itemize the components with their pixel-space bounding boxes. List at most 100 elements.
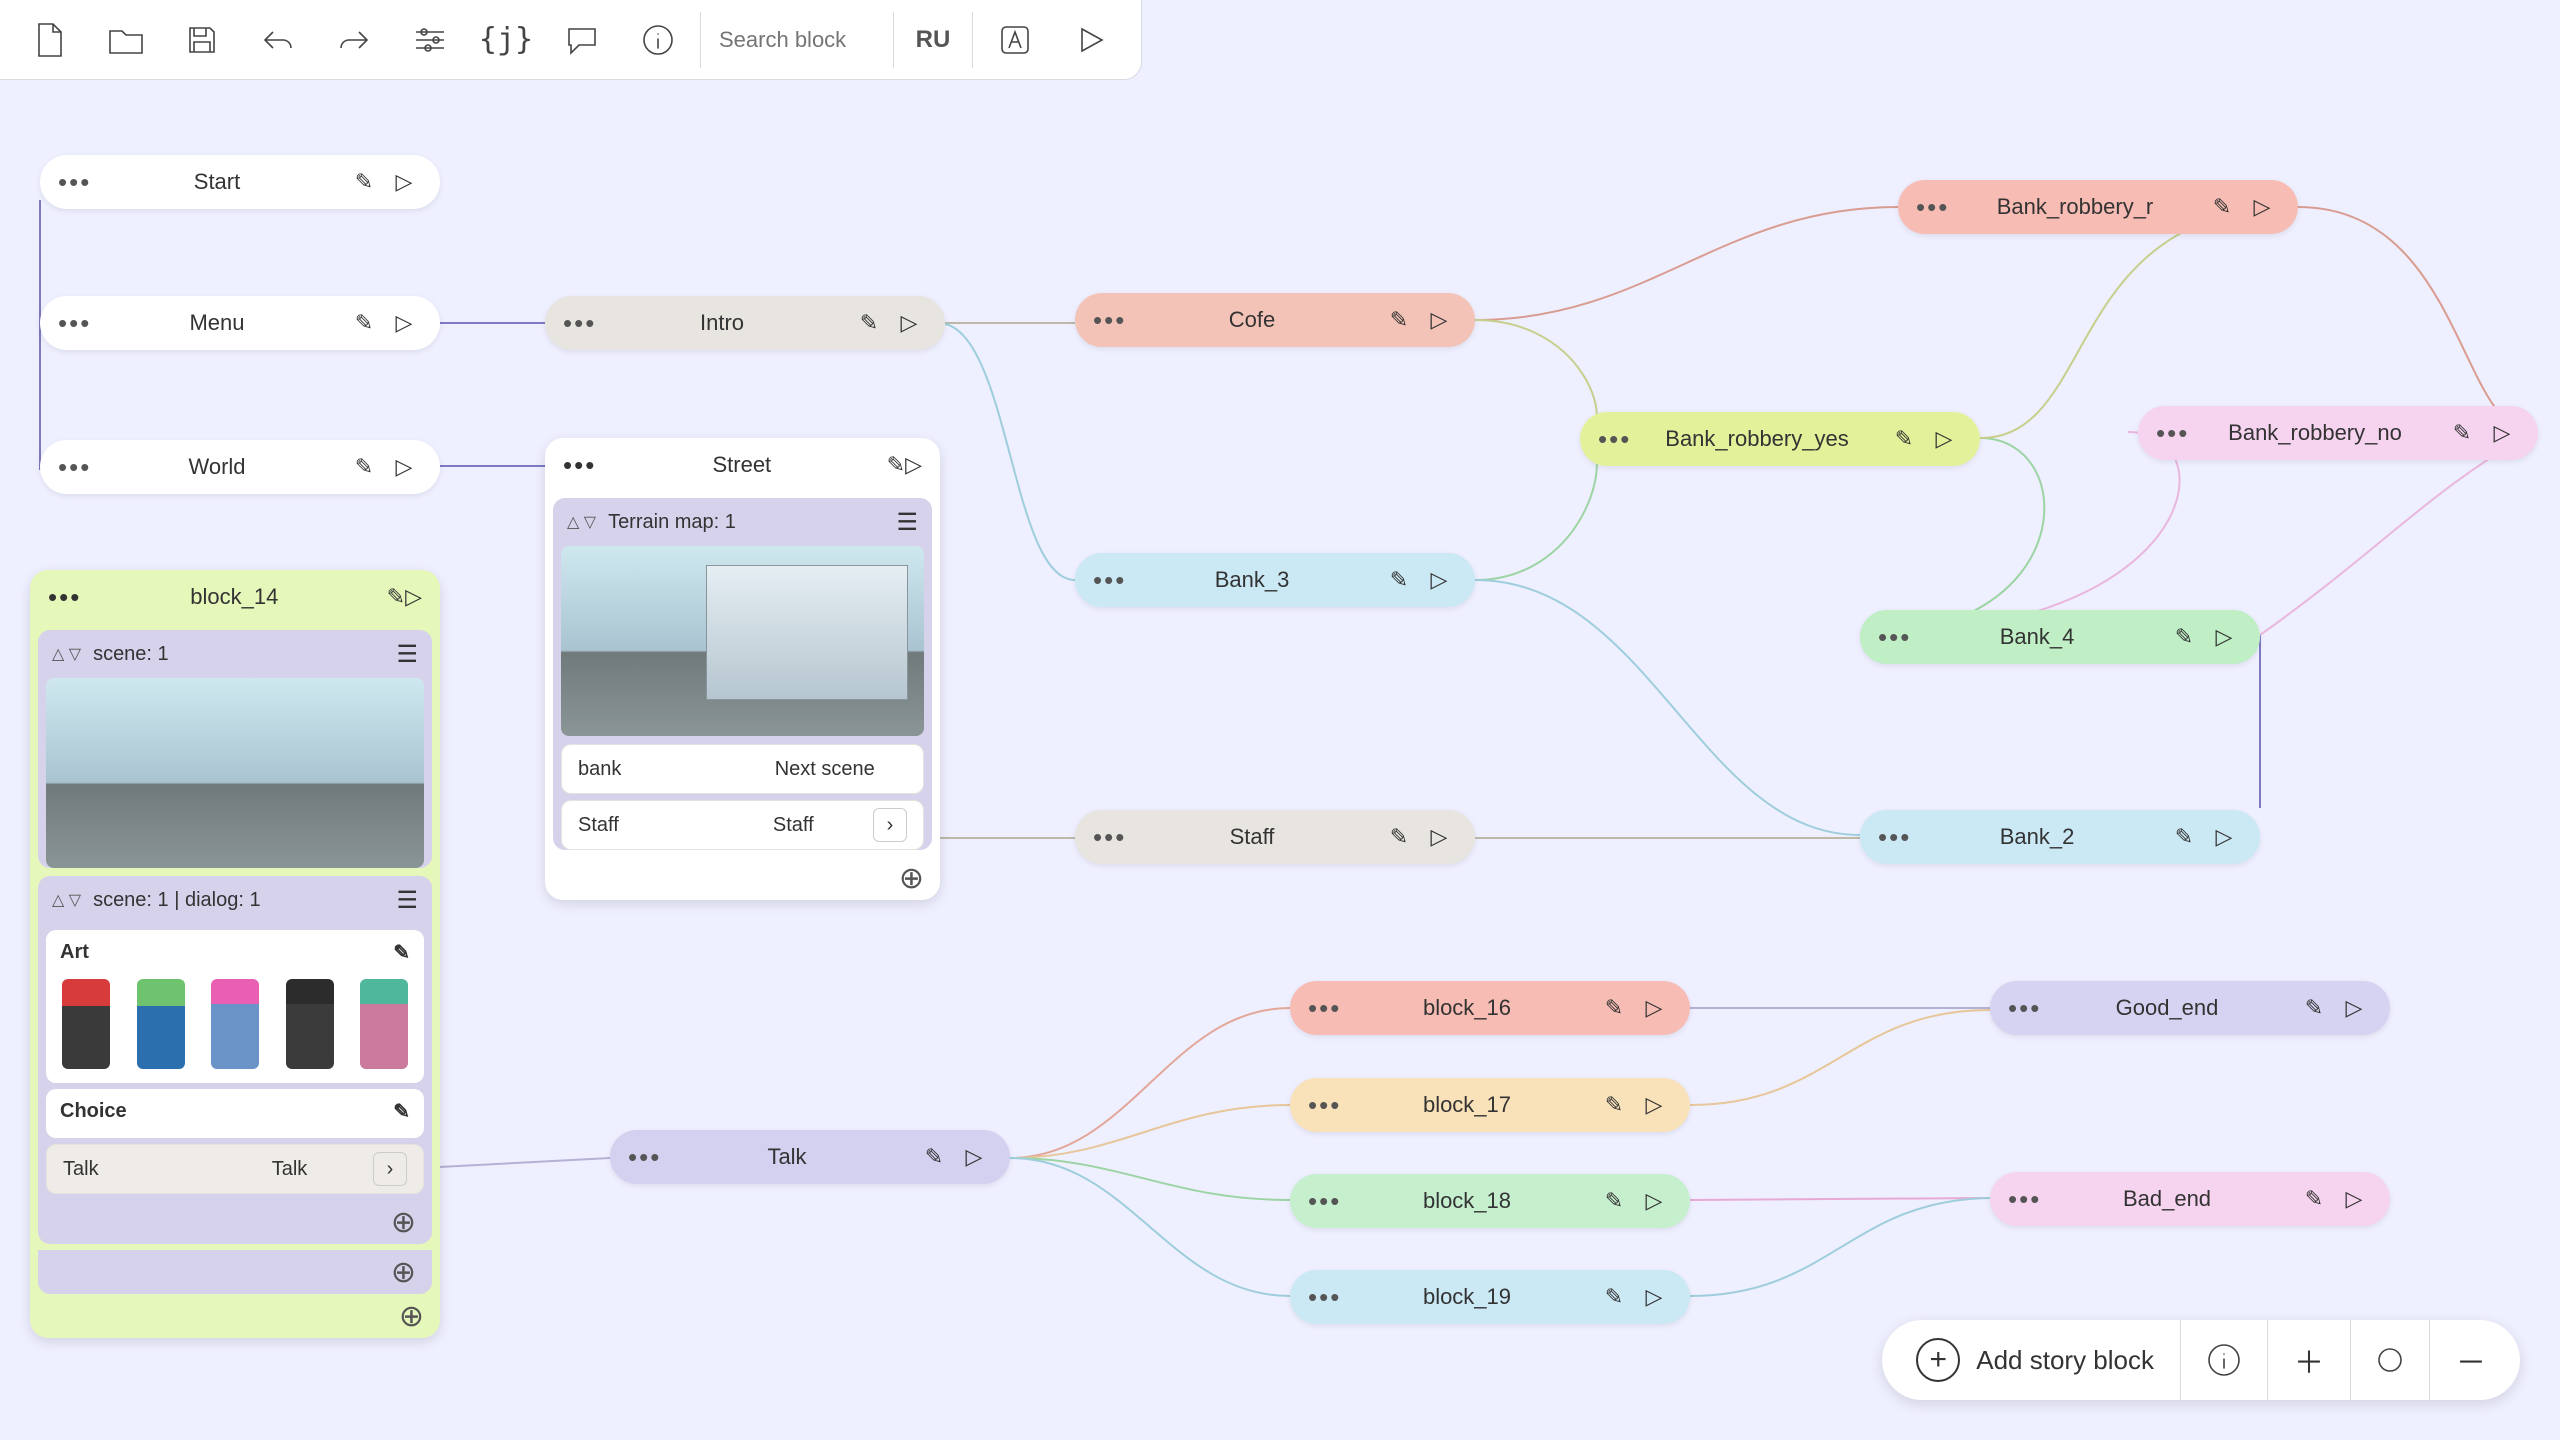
play-icon[interactable]: ▷ bbox=[1926, 421, 1962, 457]
redo-icon[interactable] bbox=[318, 10, 390, 70]
play-icon[interactable]: ▷ bbox=[405, 584, 422, 610]
edit-icon[interactable]: ✎ bbox=[1596, 1183, 1632, 1219]
play-icon[interactable] bbox=[1055, 10, 1127, 70]
node-good-end[interactable]: •••Good_end✎▷ bbox=[1990, 981, 2390, 1035]
edit-icon[interactable]: ✎ bbox=[851, 305, 887, 341]
more-icon[interactable]: ••• bbox=[1878, 622, 1912, 653]
edit-icon[interactable]: ✎ bbox=[346, 449, 382, 485]
language-toggle[interactable]: RU bbox=[900, 10, 966, 70]
more-icon[interactable]: ••• bbox=[2008, 1184, 2042, 1215]
collapse-arrows-icon[interactable]: △ ▽ bbox=[567, 512, 596, 532]
node-intro[interactable]: ••• Intro ✎ ▷ bbox=[545, 296, 945, 350]
more-icon[interactable]: ••• bbox=[48, 582, 82, 613]
edit-icon[interactable]: ✎ bbox=[1596, 1279, 1632, 1315]
more-icon[interactable]: ••• bbox=[1598, 424, 1632, 455]
settings-sliders-icon[interactable] bbox=[394, 10, 466, 70]
edit-icon[interactable]: ✎ bbox=[393, 1099, 410, 1124]
node-staff[interactable]: ••• Staff ✎ ▷ bbox=[1075, 810, 1475, 864]
more-icon[interactable]: ••• bbox=[1916, 192, 1950, 223]
scene-thumbnail[interactable] bbox=[46, 678, 424, 868]
play-icon[interactable]: ▷ bbox=[1636, 1183, 1672, 1219]
edit-icon[interactable]: ✎ bbox=[2204, 189, 2240, 225]
more-icon[interactable]: ••• bbox=[58, 452, 92, 483]
more-icon[interactable]: ••• bbox=[1878, 822, 1912, 853]
play-icon[interactable]: ▷ bbox=[891, 305, 927, 341]
play-icon[interactable]: ▷ bbox=[2484, 415, 2520, 451]
play-icon[interactable]: ▷ bbox=[2336, 1181, 2372, 1217]
more-icon[interactable]: ••• bbox=[563, 308, 597, 339]
open-folder-icon[interactable] bbox=[90, 10, 162, 70]
info-button[interactable] bbox=[2180, 1320, 2267, 1400]
more-icon[interactable]: ••• bbox=[1308, 993, 1342, 1024]
edit-icon[interactable]: ✎ bbox=[1381, 562, 1417, 598]
edit-icon[interactable]: ✎ bbox=[1596, 1087, 1632, 1123]
play-icon[interactable]: ▷ bbox=[2244, 189, 2280, 225]
edit-icon[interactable]: ✎ bbox=[2166, 819, 2202, 855]
code-braces-icon[interactable]: {j} bbox=[470, 10, 542, 70]
search-input[interactable] bbox=[707, 12, 887, 68]
edit-icon[interactable]: ✎ bbox=[393, 940, 410, 965]
play-icon[interactable]: ▷ bbox=[1421, 819, 1457, 855]
node-block19[interactable]: •••block_19✎▷ bbox=[1290, 1270, 1690, 1324]
avatar-list[interactable] bbox=[60, 975, 410, 1073]
card-header[interactable]: ••• block_14 ✎ ▷ bbox=[30, 570, 440, 624]
add-story-block-button[interactable]: + Add story block bbox=[1890, 1320, 2180, 1400]
node-bank-robbery-no[interactable]: ••• Bank_robbery_no ✎ ▷ bbox=[2138, 406, 2538, 460]
play-icon[interactable]: ▷ bbox=[1636, 1087, 1672, 1123]
play-icon[interactable]: ▷ bbox=[1421, 302, 1457, 338]
node-bank2[interactable]: ••• Bank_2 ✎ ▷ bbox=[1860, 810, 2260, 864]
edit-icon[interactable]: ✎ bbox=[916, 1139, 952, 1175]
link-row[interactable]: StaffStaff› bbox=[561, 800, 924, 850]
edit-icon[interactable]: ✎ bbox=[1381, 302, 1417, 338]
edit-icon[interactable]: ✎ bbox=[2296, 990, 2332, 1026]
more-icon[interactable]: ••• bbox=[628, 1142, 662, 1173]
more-icon[interactable]: ••• bbox=[1093, 565, 1127, 596]
edit-icon[interactable]: ✎ bbox=[346, 305, 382, 341]
edit-icon[interactable]: ✎ bbox=[2296, 1181, 2332, 1217]
character-avatar[interactable] bbox=[360, 979, 408, 1069]
play-icon[interactable]: ▷ bbox=[905, 452, 922, 478]
collapse-arrows-icon[interactable]: △ ▽ bbox=[52, 644, 81, 664]
collapse-arrows-icon[interactable]: △ ▽ bbox=[52, 890, 81, 910]
choice-row[interactable]: TalkTalk› bbox=[46, 1144, 424, 1194]
node-bank-robbery-r[interactable]: ••• Bank_robbery_r ✎ ▷ bbox=[1898, 180, 2298, 234]
edit-icon[interactable]: ✎ bbox=[1886, 421, 1922, 457]
card-header[interactable]: ••• Street ✎ ▷ bbox=[545, 438, 940, 492]
node-bad-end[interactable]: •••Bad_end✎▷ bbox=[1990, 1172, 2390, 1226]
edit-icon[interactable]: ✎ bbox=[387, 584, 405, 610]
edit-icon[interactable]: ✎ bbox=[1596, 990, 1632, 1026]
more-icon[interactable]: ••• bbox=[2156, 418, 2190, 449]
play-icon[interactable]: ▷ bbox=[1421, 562, 1457, 598]
node-world[interactable]: ••• World ✎ ▷ bbox=[40, 440, 440, 494]
edit-icon[interactable]: ✎ bbox=[2166, 619, 2202, 655]
node-block16[interactable]: •••block_16✎▷ bbox=[1290, 981, 1690, 1035]
edit-icon[interactable]: ✎ bbox=[887, 452, 905, 478]
edit-icon[interactable]: ✎ bbox=[346, 164, 382, 200]
play-icon[interactable]: ▷ bbox=[1636, 1279, 1672, 1315]
more-icon[interactable]: ••• bbox=[1308, 1186, 1342, 1217]
play-icon[interactable]: ▷ bbox=[386, 449, 422, 485]
node-bank3[interactable]: ••• Bank_3 ✎ ▷ bbox=[1075, 553, 1475, 607]
play-icon[interactable]: ▷ bbox=[2206, 619, 2242, 655]
more-icon[interactable]: ••• bbox=[58, 167, 92, 198]
add-panel-button[interactable]: ⊕ bbox=[545, 856, 940, 900]
new-file-icon[interactable] bbox=[14, 10, 86, 70]
play-icon[interactable]: ▷ bbox=[386, 305, 422, 341]
node-block17[interactable]: •••block_17✎▷ bbox=[1290, 1078, 1690, 1132]
play-icon[interactable]: ▷ bbox=[2206, 819, 2242, 855]
comment-icon[interactable] bbox=[546, 10, 618, 70]
play-icon[interactable]: ▷ bbox=[1636, 990, 1672, 1026]
node-block18[interactable]: •••block_18✎▷ bbox=[1290, 1174, 1690, 1228]
chevron-right-icon[interactable]: › bbox=[873, 808, 907, 842]
character-avatar[interactable] bbox=[286, 979, 334, 1069]
scene-thumbnail[interactable] bbox=[561, 546, 924, 736]
font-icon[interactable] bbox=[979, 10, 1051, 70]
add-panel-button[interactable]: ⊕ bbox=[38, 1250, 432, 1294]
play-icon[interactable]: ▷ bbox=[2336, 990, 2372, 1026]
node-menu[interactable]: ••• Menu ✎ ▷ bbox=[40, 296, 440, 350]
menu-icon[interactable]: ☰ bbox=[396, 640, 418, 669]
more-icon[interactable]: ••• bbox=[58, 308, 92, 339]
more-icon[interactable]: ••• bbox=[2008, 993, 2042, 1024]
chevron-right-icon[interactable]: › bbox=[373, 1152, 407, 1186]
more-icon[interactable]: ••• bbox=[1093, 305, 1127, 336]
